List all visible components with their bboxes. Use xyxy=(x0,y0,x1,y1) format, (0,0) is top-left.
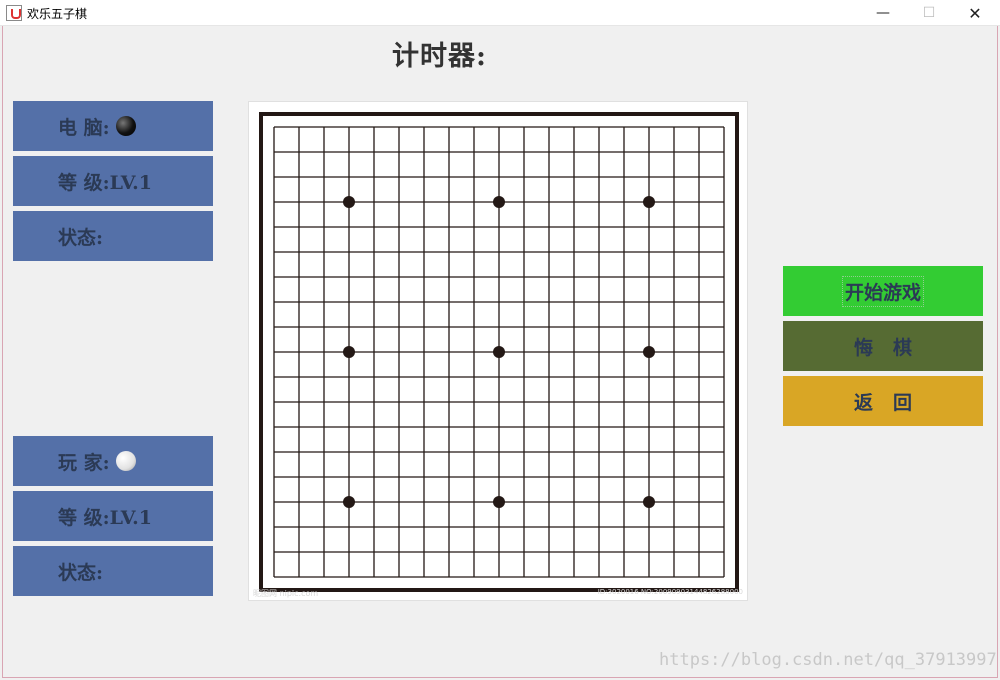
player-name-label: 玩 家: xyxy=(58,451,110,474)
start-game-label: 开始游戏 xyxy=(841,275,924,307)
java-app-icon xyxy=(6,5,22,21)
computer-status-label: 状态: xyxy=(58,226,104,249)
undo-button[interactable]: 悔棋 xyxy=(783,321,983,371)
undo-label: 悔棋 xyxy=(853,336,932,359)
star-point xyxy=(493,346,505,358)
player-status-panel: 状态: xyxy=(13,546,213,596)
close-button[interactable]: ✕ xyxy=(952,0,998,26)
maximize-button[interactable]: ☐ xyxy=(906,0,952,26)
start-game-button[interactable]: 开始游戏 xyxy=(783,266,983,316)
computer-name-panel: 电 脑: xyxy=(13,101,213,151)
star-point xyxy=(643,346,655,358)
title-bar: 欢乐五子棋 — ☐ ✕ xyxy=(0,0,1000,26)
minimize-button[interactable]: — xyxy=(860,0,906,26)
player-name-panel: 玩 家: xyxy=(13,436,213,486)
star-point xyxy=(643,196,655,208)
player-status-label: 状态: xyxy=(58,561,104,584)
board-watermark-right: ID:3020016 NO:20090903144826288000 xyxy=(597,588,743,596)
computer-name-label: 电 脑: xyxy=(58,116,110,139)
black-stone-icon xyxy=(115,116,136,136)
white-stone-icon xyxy=(115,451,136,471)
computer-level-label: 等 级:LV.1 xyxy=(58,171,152,194)
timer-label: 计时器: xyxy=(392,41,487,72)
gomoku-board[interactable]: 昵图网 nipic.com ID:3020016 NO:200909031448… xyxy=(248,101,748,601)
back-label: 返回 xyxy=(853,391,932,414)
board-grid[interactable] xyxy=(249,102,749,602)
computer-level-panel: 等 级:LV.1 xyxy=(13,156,213,206)
star-point xyxy=(343,196,355,208)
star-point xyxy=(643,496,655,508)
star-point xyxy=(343,346,355,358)
back-button[interactable]: 返回 xyxy=(783,376,983,426)
board-watermark-left: 昵图网 nipic.com xyxy=(253,589,319,598)
window-title: 欢乐五子棋 xyxy=(27,7,88,21)
star-point xyxy=(493,196,505,208)
computer-status-panel: 状态: xyxy=(13,211,213,261)
star-point xyxy=(343,496,355,508)
footer-watermark: https://blog.csdn.net/qq_37913997 xyxy=(659,650,997,670)
player-level-panel: 等 级:LV.1 xyxy=(13,491,213,541)
star-point xyxy=(493,496,505,508)
player-level-label: 等 级:LV.1 xyxy=(58,506,152,529)
